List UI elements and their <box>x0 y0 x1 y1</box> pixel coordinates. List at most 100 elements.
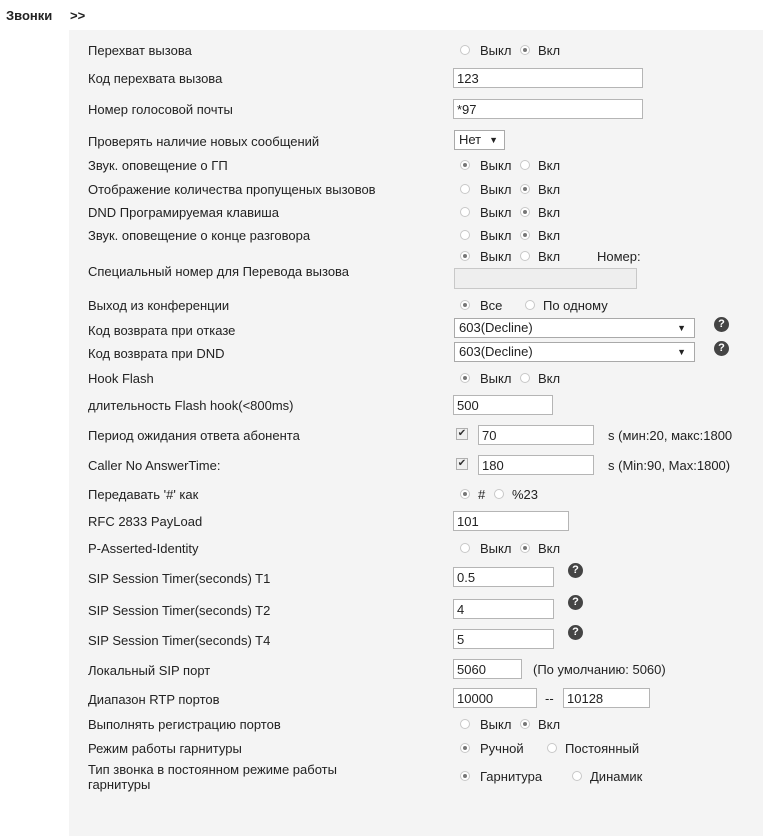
check-messages-label: Проверять наличие новых сообщений <box>88 134 320 149</box>
dnd-key-off-radio[interactable] <box>460 207 470 217</box>
special-transfer-off-radio[interactable] <box>460 251 470 261</box>
help-icon[interactable]: ? <box>568 595 583 610</box>
headset-ring-headset-label: Гарнитура <box>480 769 543 784</box>
caller-no-answer-label: Caller No AnswerTime: <box>88 458 221 473</box>
hook-flash-on-label: Вкл <box>538 371 561 386</box>
flash-duration-label: длительность Flash hook(<800ms) <box>88 398 294 413</box>
timer-t4-label: SIP Session Timer(seconds) T4 <box>88 633 271 648</box>
help-icon[interactable]: ? <box>568 625 583 640</box>
pai-on-label: Вкл <box>538 541 561 556</box>
headset-ring-speaker-label: Динамик <box>590 769 643 784</box>
missed-count-on-radio[interactable] <box>520 184 530 194</box>
help-icon[interactable]: ? <box>568 563 583 578</box>
hash-send-b-label: %23 <box>512 487 539 502</box>
pickup-code-input[interactable] <box>453 68 643 88</box>
vm-sound-label: Звук. оповещение о ГП <box>88 158 228 173</box>
dropdown-arrow-icon: ▼ <box>489 135 498 145</box>
call-pickup-off-label: Выкл <box>480 43 512 58</box>
headset-ring-headset-radio[interactable] <box>460 771 470 781</box>
check-messages-select[interactable]: Нет ▼ <box>454 130 505 150</box>
end-call-sound-label: Звук. оповещение о конце разговора <box>88 228 311 243</box>
end-call-sound-off-radio[interactable] <box>460 230 470 240</box>
port-register-off-label: Выкл <box>480 717 512 732</box>
headset-mode-constant-label: Постоянный <box>565 741 640 756</box>
hook-flash-off-radio[interactable] <box>460 373 470 383</box>
voicemail-number-label: Номер голосовой почты <box>88 102 233 117</box>
special-transfer-number-label: Номер: <box>597 249 641 264</box>
dnd-code-select[interactable]: 603(Decline) ▼ <box>454 342 695 362</box>
hook-flash-on-radio[interactable] <box>520 373 530 383</box>
answer-wait-input[interactable] <box>478 425 594 445</box>
special-transfer-off-label: Выкл <box>480 249 512 264</box>
special-transfer-number-input[interactable] <box>454 268 637 289</box>
reject-code-value: 603(Decline) <box>459 320 533 335</box>
conference-exit-one-label: По одному <box>543 298 608 313</box>
vm-sound-off-label: Выкл <box>480 158 512 173</box>
pai-off-label: Выкл <box>480 541 512 556</box>
sip-port-label: Локальный SIP порт <box>88 663 211 678</box>
end-call-sound-on-radio[interactable] <box>520 230 530 240</box>
caller-no-answer-checkbox[interactable]: ✔ <box>456 458 468 470</box>
conference-exit-all-label: Все <box>480 298 503 313</box>
hook-flash-off-label: Выкл <box>480 371 512 386</box>
timer-t2-input[interactable] <box>453 599 554 619</box>
dnd-code-label: Код возврата при DND <box>88 346 225 361</box>
missed-count-off-label: Выкл <box>480 182 512 197</box>
missed-count-label: Отображение количества пропущеных вызово… <box>88 182 376 197</box>
rfc2833-label: RFC 2833 PayLoad <box>88 514 203 529</box>
sip-port-hint: (По умолчанию: 5060) <box>533 662 666 677</box>
port-register-label: Выполнять регистрацию портов <box>88 717 281 732</box>
call-pickup-on-radio[interactable] <box>520 45 530 55</box>
flash-duration-input[interactable] <box>453 395 553 415</box>
timer-t1-input[interactable] <box>453 567 554 587</box>
answer-wait-label: Период ожидания ответа абонента <box>88 428 300 443</box>
headset-ring-label: Тип звонка в постоянном режиме работы га… <box>88 762 337 792</box>
expand-arrows[interactable]: >> <box>70 8 85 23</box>
dnd-key-on-radio[interactable] <box>520 207 530 217</box>
headset-mode-manual-radio[interactable] <box>460 743 470 753</box>
rtp-range-separator: -- <box>545 691 554 706</box>
port-register-off-radio[interactable] <box>460 719 470 729</box>
rtp-range-from-input[interactable] <box>453 688 537 708</box>
special-transfer-label: Специальный номер для Перевода вызова <box>88 264 350 279</box>
conference-exit-all-radio[interactable] <box>460 300 470 310</box>
pai-on-radio[interactable] <box>520 543 530 553</box>
conference-exit-one-radio[interactable] <box>525 300 535 310</box>
vm-sound-on-radio[interactable] <box>520 160 530 170</box>
missed-count-off-radio[interactable] <box>460 184 470 194</box>
call-pickup-off-radio[interactable] <box>460 45 470 55</box>
reject-code-label: Код возврата при отказе <box>88 323 236 338</box>
reject-code-select[interactable]: 603(Decline) ▼ <box>454 318 695 338</box>
answer-wait-hint: s (мин:20, макс:1800 <box>608 428 733 443</box>
end-call-sound-on-label: Вкл <box>538 228 561 243</box>
answer-wait-checkbox[interactable]: ✔ <box>456 428 468 440</box>
rfc2833-input[interactable] <box>453 511 569 531</box>
sip-port-input[interactable] <box>453 659 522 679</box>
help-icon[interactable]: ? <box>714 341 729 356</box>
dnd-key-on-label: Вкл <box>538 205 561 220</box>
hash-send-label: Передавать '#' как <box>88 487 199 502</box>
help-icon[interactable]: ? <box>714 317 729 332</box>
headset-ring-speaker-radio[interactable] <box>572 771 582 781</box>
section-header: Звонки >> <box>0 0 763 30</box>
rtp-range-label: Диапазон RTP портов <box>88 692 220 707</box>
rtp-range-to-input[interactable] <box>563 688 650 708</box>
dnd-code-value: 603(Decline) <box>459 344 533 359</box>
headset-mode-constant-radio[interactable] <box>547 743 557 753</box>
vm-sound-off-radio[interactable] <box>460 160 470 170</box>
dropdown-arrow-icon: ▼ <box>677 323 686 333</box>
pai-off-radio[interactable] <box>460 543 470 553</box>
caller-no-answer-input[interactable] <box>478 455 594 475</box>
hash-send-a-radio[interactable] <box>460 489 470 499</box>
timer-t2-label: SIP Session Timer(seconds) T2 <box>88 603 271 618</box>
special-transfer-on-radio[interactable] <box>520 251 530 261</box>
caller-no-answer-hint: s (Min:90, Max:1800) <box>608 458 731 473</box>
call-pickup-label: Перехват вызова <box>88 43 192 58</box>
conference-exit-label: Выход из конференции <box>88 298 230 313</box>
timer-t4-input[interactable] <box>453 629 554 649</box>
check-messages-value: Нет <box>459 132 482 147</box>
voicemail-number-input[interactable] <box>453 99 643 119</box>
headset-mode-manual-label: Ручной <box>480 741 524 756</box>
port-register-on-radio[interactable] <box>520 719 530 729</box>
hash-send-b-radio[interactable] <box>494 489 504 499</box>
